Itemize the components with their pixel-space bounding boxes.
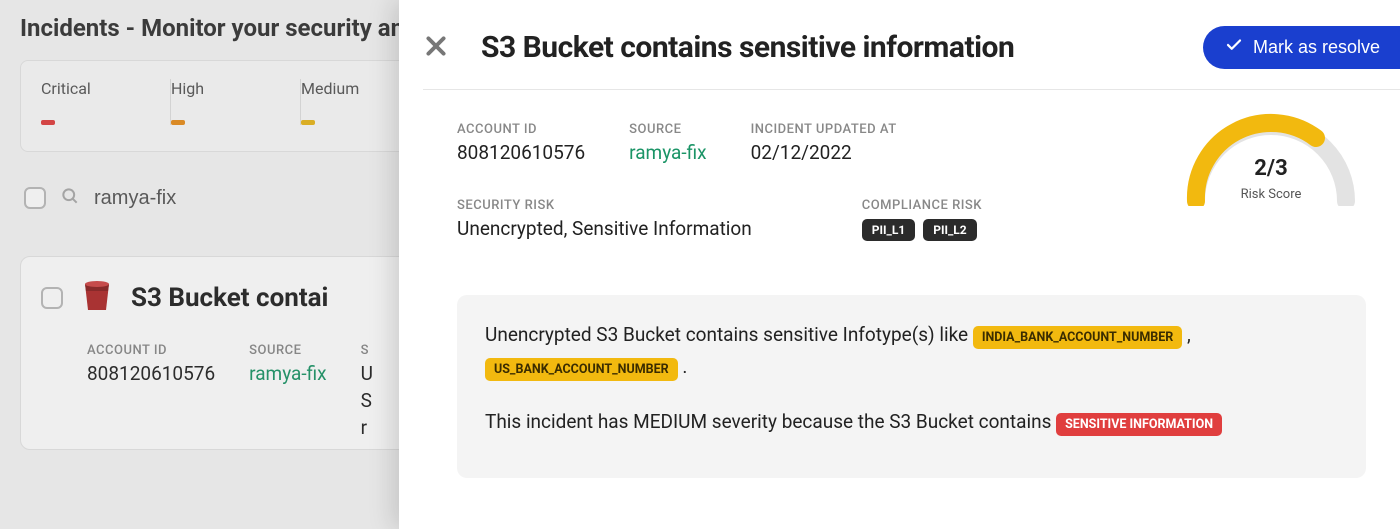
search-input[interactable]: [94, 187, 354, 210]
severity-bar: [171, 120, 185, 125]
severity-critical[interactable]: Critical: [41, 79, 171, 125]
account-id-value: 808120610576: [457, 141, 585, 164]
mark-resolved-button[interactable]: Mark as resolve: [1203, 26, 1400, 69]
meta-value: r: [361, 416, 373, 439]
meta-label: COMPLIANCE RISK: [862, 198, 982, 213]
risk-score-gauge: 2/3 Risk Score: [1176, 106, 1366, 202]
check-icon: [1225, 36, 1243, 59]
infotype-tag: INDIA_BANK_ACCOUNT_NUMBER: [973, 326, 1183, 349]
meta-label: SOURCE: [249, 343, 326, 358]
desc-text: ,: [1187, 323, 1191, 346]
meta-value: U: [361, 362, 373, 385]
row-checkbox[interactable]: [41, 287, 63, 309]
severity-bar: [301, 120, 315, 125]
severity-label: High: [171, 79, 280, 98]
desc-text: Unencrypted S3 Bucket contains sensitive…: [485, 323, 973, 346]
select-all-checkbox[interactable]: [24, 187, 46, 209]
s3-bucket-icon: [81, 279, 113, 317]
meta-label: SECURITY RISK: [457, 198, 752, 213]
source-link[interactable]: ramya-fix: [249, 362, 326, 385]
meta-label: INCIDENT UPDATED AT: [751, 122, 897, 137]
compliance-tag: PII_L1: [862, 219, 915, 241]
panel-title: S3 Bucket contains sensitive information: [481, 30, 1171, 65]
incident-title: S3 Bucket contai: [131, 283, 328, 313]
meta-label: ACCOUNT ID: [457, 122, 585, 137]
compliance-tag: PII_L2: [923, 219, 976, 241]
account-id-value: 808120610576: [87, 362, 215, 385]
meta-label: SOURCE: [629, 122, 706, 137]
severity-high[interactable]: High: [171, 79, 301, 125]
severity-tag: SENSITIVE INFORMATION: [1056, 413, 1222, 436]
source-link[interactable]: ramya-fix: [629, 141, 706, 164]
incident-detail-panel: S3 Bucket contains sensitive information…: [399, 0, 1400, 529]
severity-bar: [41, 120, 55, 125]
severity-label: Medium: [301, 79, 411, 98]
meta-label: ACCOUNT ID: [87, 343, 215, 358]
desc-text: .: [682, 355, 687, 378]
desc-text: This incident has MEDIUM severity becaus…: [485, 410, 1056, 433]
close-icon[interactable]: [423, 33, 449, 63]
search-icon: [60, 186, 80, 210]
incident-description: Unencrypted S3 Bucket contains sensitive…: [457, 295, 1366, 478]
severity-label: Critical: [41, 79, 150, 98]
meta-label: S: [361, 343, 373, 358]
security-risk-value: Unencrypted, Sensitive Information: [457, 217, 752, 240]
meta-value: S: [361, 389, 373, 412]
button-label: Mark as resolve: [1253, 37, 1380, 58]
updated-value: 02/12/2022: [751, 141, 897, 164]
infotype-tag: US_BANK_ACCOUNT_NUMBER: [485, 358, 678, 381]
